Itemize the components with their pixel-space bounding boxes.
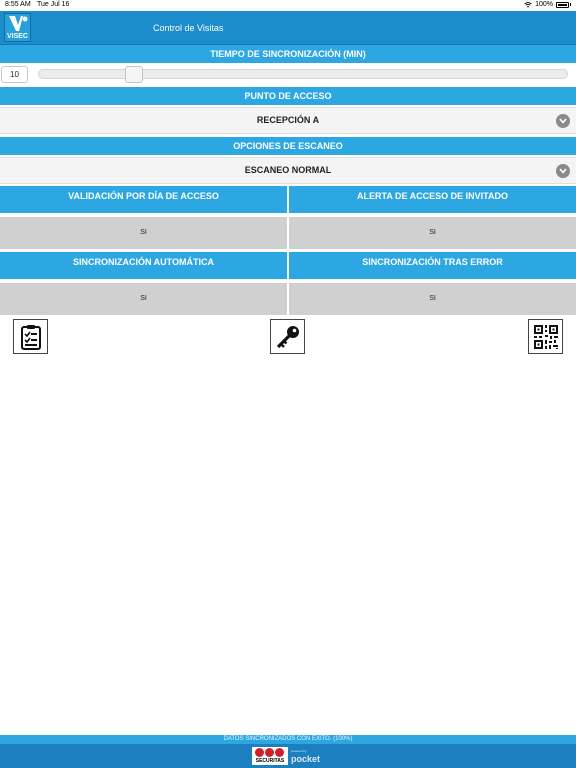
scan-options-selected: ESCANEO NORMAL — [244, 165, 332, 175]
securitas-logo: SECURITAS — [252, 747, 288, 765]
qr-code-icon — [534, 325, 558, 349]
option-header-day-validation: VALIDACIÓN POR DÍA DE ACCESO — [0, 186, 287, 213]
access-point-dropdown[interactable]: RECEPCIÓN A — [0, 107, 576, 134]
qr-scan-button[interactable] — [528, 319, 563, 354]
battery-nub — [570, 3, 571, 6]
securitas-dots — [255, 748, 284, 757]
page-title: Control de Visitas — [153, 23, 224, 33]
logo-text: VISEC — [6, 33, 28, 40]
scan-options-dropdown[interactable]: ESCANEO NORMAL — [0, 157, 576, 184]
status-time: 8:55 AM — [5, 1, 31, 8]
chevron-down-icon — [556, 114, 570, 128]
status-date: Tue Jul 16 — [37, 1, 70, 8]
slider-thumb[interactable] — [125, 66, 144, 83]
chevron-down-icon — [556, 164, 570, 178]
key-icon — [276, 326, 299, 349]
sync-status-bar: DATOS SINCRONIZADOS CON ÉXITO. (100%) — [0, 735, 576, 744]
option-header-sync-after-error: SINCRONIZACIÓN TRAS ERROR — [289, 252, 576, 279]
status-right: 100% — [524, 1, 571, 8]
status-bar: 8:55 AM Tue Jul 16 100% — [0, 0, 576, 11]
pocket-logo: powered by pocket — [291, 749, 320, 764]
battery-percent: 100% — [535, 1, 553, 8]
sync-time-slider[interactable] — [38, 69, 568, 79]
nav-bar: VISEC Control de Visitas — [0, 11, 576, 45]
logo-v-icon — [9, 16, 28, 31]
option-value-day-validation[interactable]: SI — [0, 217, 287, 249]
securitas-name: SECURITAS — [255, 758, 285, 764]
wifi-icon — [524, 1, 532, 8]
brand-footer: SECURITAS powered by pocket — [0, 744, 576, 768]
option-value-auto-sync[interactable]: SI — [0, 283, 287, 315]
option-value-sync-after-error[interactable]: SI — [289, 283, 576, 315]
clipboard-checklist-icon — [21, 325, 41, 350]
option-value-guest-alert[interactable]: SI — [289, 217, 576, 249]
option-header-auto-sync: SINCRONIZACIÓN AUTOMÁTICA — [0, 252, 287, 279]
sync-time-value[interactable]: 10 — [1, 66, 28, 83]
pocket-text: pocket — [291, 754, 321, 764]
checklist-button[interactable] — [13, 319, 48, 354]
access-point-header: PUNTO DE ACCESO — [0, 87, 576, 105]
scan-options-header: OPCIONES DE ESCANEO — [0, 137, 576, 155]
app-logo: VISEC — [4, 13, 31, 42]
battery-icon — [556, 1, 569, 8]
access-point-selected: RECEPCIÓN A — [256, 115, 320, 125]
key-button[interactable] — [270, 319, 305, 354]
option-header-guest-alert: ALERTA DE ACCESO DE INVITADO — [289, 186, 576, 213]
powered-by-text: powered by — [291, 749, 307, 753]
sync-time-header: TIEMPO DE SINCRONIZACIÓN (MIN) — [0, 45, 576, 63]
